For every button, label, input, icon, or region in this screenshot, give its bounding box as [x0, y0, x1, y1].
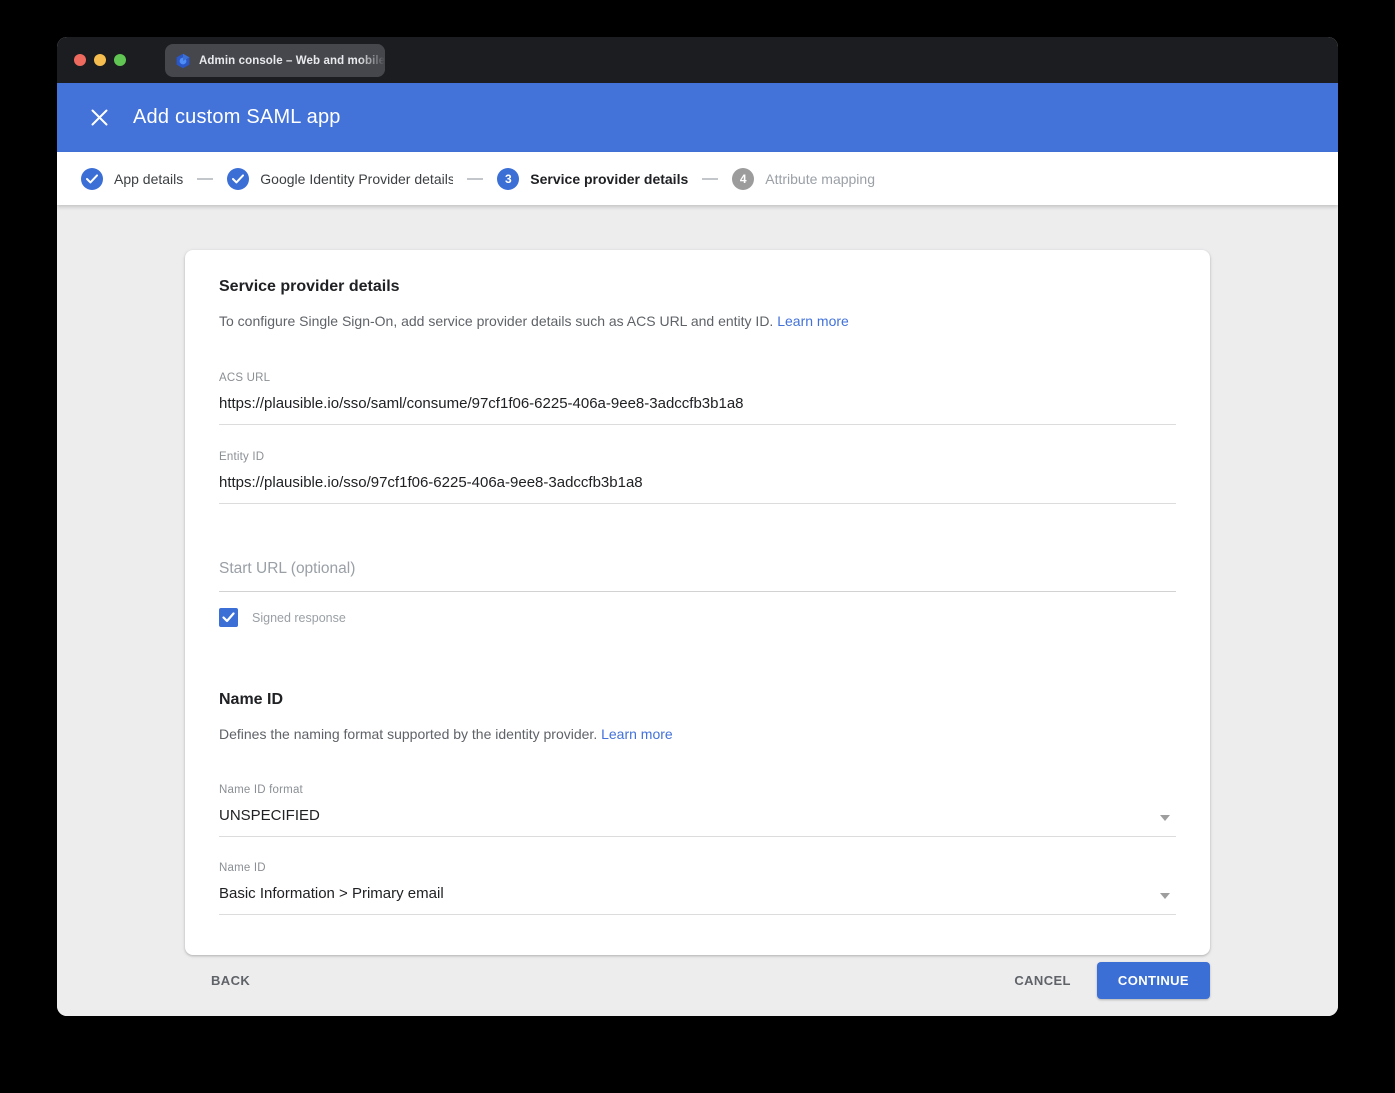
step-google-idp-details[interactable]: Google Identity Provider details	[227, 168, 453, 190]
browser-window: Admin console – Web and mobile a Add cus…	[57, 37, 1338, 1016]
start-url-input[interactable]	[219, 560, 1176, 592]
name-id-label: Name ID	[219, 862, 1176, 874]
admin-console-favicon-icon	[175, 53, 191, 69]
acs-url-value[interactable]: https://plausible.io/sso/saml/consume/97…	[219, 395, 1176, 425]
step-label: Attribute mapping	[765, 171, 875, 187]
acs-url-label: ACS URL	[219, 372, 1176, 384]
name-id-format-select[interactable]: Name ID format UNSPECIFIED	[219, 784, 1176, 837]
step-connector	[197, 178, 213, 180]
step-number-badge: 4	[732, 168, 754, 190]
browser-tabstrip: Admin console – Web and mobile a	[57, 37, 1338, 83]
step-app-details[interactable]: App details	[81, 168, 183, 190]
name-id-format-value[interactable]: UNSPECIFIED	[219, 807, 1176, 837]
tab-title: Admin console – Web and mobile a	[199, 55, 385, 67]
step-connector	[467, 178, 483, 180]
signed-response-label: Signed response	[252, 611, 346, 625]
service-provider-card: Service provider details To configure Si…	[185, 250, 1210, 955]
step-done-check-icon	[227, 168, 249, 190]
browser-tab-admin-console[interactable]: Admin console – Web and mobile a	[165, 44, 385, 77]
name-id-section: Name ID Defines the naming format suppor…	[219, 691, 1176, 915]
close-dialog-icon[interactable]	[79, 98, 119, 138]
step-service-provider-details[interactable]: 3 Service provider details	[497, 168, 688, 190]
entity-id-value[interactable]: https://plausible.io/sso/97cf1f06-6225-4…	[219, 474, 1176, 504]
dialog-footer: BACK CANCEL CONTINUE	[185, 955, 1210, 1016]
step-connector	[702, 178, 718, 180]
close-window-button[interactable]	[74, 54, 86, 66]
acs-url-field[interactable]: ACS URL https://plausible.io/sso/saml/co…	[219, 372, 1176, 425]
step-label: Google Identity Provider details	[260, 171, 453, 187]
name-id-description: Defines the naming format supported by t…	[219, 726, 1176, 742]
back-button[interactable]: BACK	[199, 963, 262, 998]
stepper: App details Google Identity Provider det…	[57, 152, 1338, 205]
section-title: Service provider details	[219, 278, 1176, 296]
step-label: Service provider details	[530, 171, 688, 187]
entity-id-field[interactable]: Entity ID https://plausible.io/sso/97cf1…	[219, 451, 1176, 504]
name-id-title: Name ID	[219, 691, 1176, 709]
name-id-select[interactable]: Name ID Basic Information > Primary emai…	[219, 862, 1176, 915]
step-number-badge: 3	[497, 168, 519, 190]
minimize-window-button[interactable]	[94, 54, 106, 66]
section-description: To configure Single Sign-On, add service…	[219, 313, 1176, 329]
signed-response-row: Signed response	[219, 608, 1176, 627]
chevron-down-icon	[1160, 815, 1170, 821]
step-done-check-icon	[81, 168, 103, 190]
chevron-down-icon	[1160, 893, 1170, 899]
name-id-value[interactable]: Basic Information > Primary email	[219, 885, 1176, 915]
zoom-window-button[interactable]	[114, 54, 126, 66]
step-label: App details	[114, 171, 183, 187]
dialog-content: Service provider details To configure Si…	[57, 205, 1338, 1016]
learn-more-link[interactable]: Learn more	[777, 313, 849, 329]
learn-more-link[interactable]: Learn more	[601, 726, 673, 742]
cancel-button[interactable]: CANCEL	[1002, 963, 1083, 998]
window-controls	[74, 54, 126, 66]
entity-id-label: Entity ID	[219, 451, 1176, 463]
signed-response-checkbox[interactable]	[219, 608, 238, 627]
dialog-header: Add custom SAML app	[57, 83, 1338, 152]
step-attribute-mapping[interactable]: 4 Attribute mapping	[732, 168, 875, 190]
continue-button[interactable]: CONTINUE	[1097, 962, 1210, 999]
name-id-format-label: Name ID format	[219, 784, 1176, 796]
dialog-title: Add custom SAML app	[133, 106, 341, 129]
